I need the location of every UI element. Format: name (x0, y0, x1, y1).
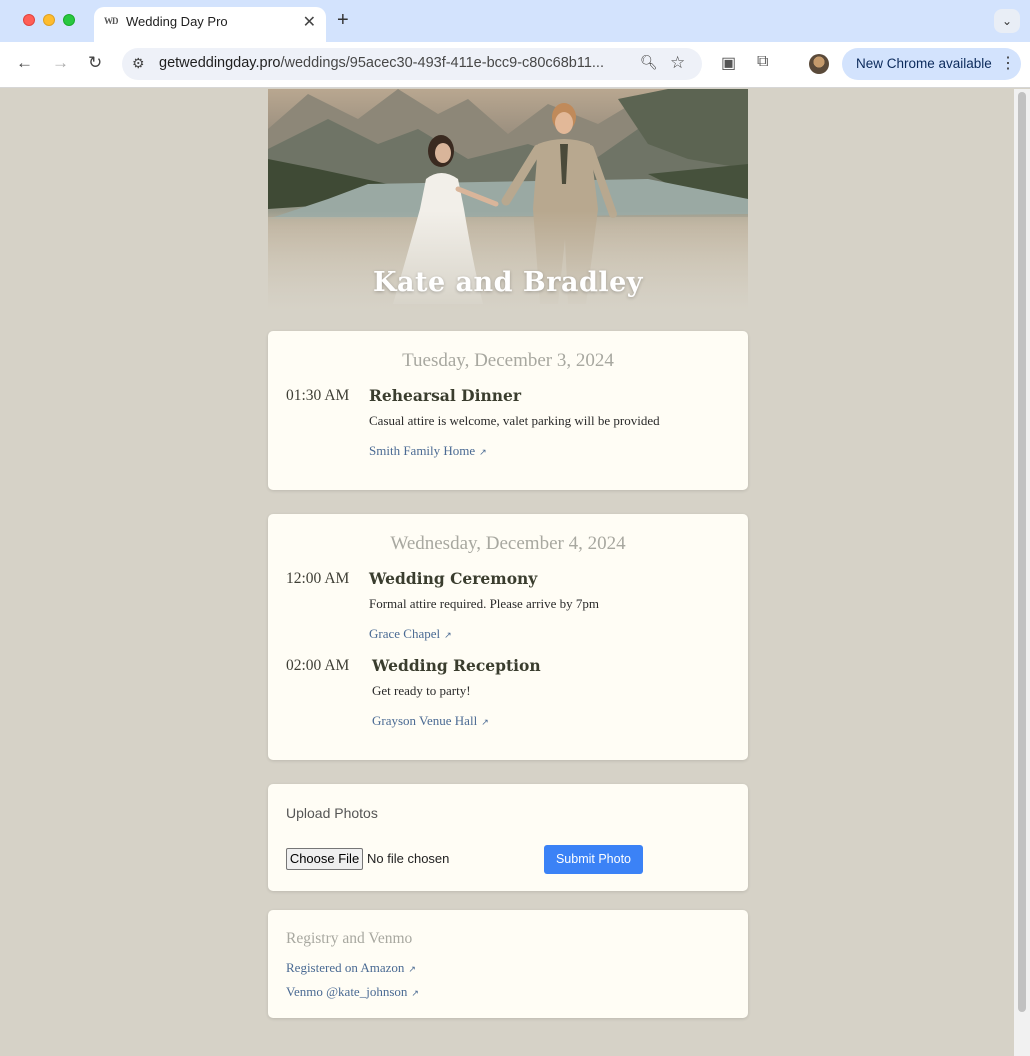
close-window-button[interactable] (23, 14, 35, 26)
forward-icon[interactable]: → (52, 53, 69, 73)
day-card: Tuesday, December 3, 2024 01:30 AM Rehea… (268, 331, 748, 490)
event-name: Wedding Ceremony (369, 569, 538, 588)
day-date: Wednesday, December 4, 2024 (390, 533, 626, 554)
choose-file-button[interactable]: Choose File (286, 848, 363, 870)
day-date: Tuesday, December 3, 2024 (402, 350, 614, 371)
external-link-icon: ↗ (411, 988, 419, 998)
external-link-icon: ↗ (408, 964, 416, 974)
tab-close-icon[interactable]: ✕ (303, 12, 316, 32)
amazon-registry-link[interactable]: Registered on Amazon ↗ (286, 960, 416, 976)
link-label: Registered on Amazon (286, 960, 405, 975)
location-label: Grace Chapel (369, 626, 441, 641)
location-label: Grayson Venue Hall (372, 713, 478, 728)
event-location-link[interactable]: Grace Chapel ↗ (369, 626, 452, 642)
bookmark-star-icon[interactable]: ☆ (670, 53, 685, 73)
extension-icon[interactable]: ▣ (721, 53, 736, 73)
hero-banner: Kate and Bradley (268, 89, 748, 311)
event-description: Get ready to party! (372, 683, 471, 698)
registry-title: Registry and Venmo (286, 930, 413, 947)
url-text[interactable]: getweddingday.pro/weddings/95acec30-493f… (159, 55, 634, 71)
event-name: Rehearsal Dinner (369, 386, 522, 405)
external-link-icon: ↗ (444, 630, 452, 640)
url-host: getweddingday.pro (159, 55, 281, 71)
event-time: 02:00 AM (286, 657, 350, 674)
more-menu-icon[interactable]: ⋮ (1000, 53, 1016, 73)
external-link-icon: ↗ (481, 717, 489, 727)
profile-avatar[interactable] (809, 54, 829, 74)
file-status: No file chosen (367, 851, 450, 866)
event-name: Wedding Reception (372, 656, 541, 675)
couple-names: Kate and Bradley (373, 267, 643, 298)
chrome-update-button[interactable]: New Chrome available ⋮ (842, 48, 1021, 80)
event-description: Casual attire is welcome, valet parking … (369, 413, 660, 428)
zoom-icon[interactable]: 🔍︎ (640, 54, 658, 71)
site-info-icon[interactable]: ⚙ (132, 55, 145, 72)
event-location-link[interactable]: Grayson Venue Hall ↗ (372, 713, 489, 729)
url-path: /weddings/95acec30-493f-411e-bcc9-c80c68… (280, 55, 604, 71)
page-scrollbar[interactable] (1014, 89, 1030, 1056)
tab-title: Wedding Day Pro (126, 14, 228, 29)
update-label: New Chrome available (856, 56, 992, 71)
event-time: 01:30 AM (286, 387, 350, 404)
browser-tab[interactable]: WD Wedding Day Pro ✕ (94, 7, 326, 42)
event-time: 12:00 AM (286, 570, 350, 587)
submit-photo-button[interactable]: Submit Photo (544, 845, 643, 874)
page-content: Kate and Bradley Tuesday, December 3, 20… (0, 89, 1014, 1056)
registry-card: Registry and Venmo Registered on Amazon ↗… (268, 910, 748, 1018)
browser-chrome: WD Wedding Day Pro ✕ + ⌄ ← → ↻ ⚙ getwedd… (0, 0, 1030, 88)
external-link-icon: ↗ (479, 447, 487, 457)
back-icon[interactable]: ← (16, 53, 33, 73)
day-card: Wednesday, December 4, 2024 12:00 AM Wed… (268, 514, 748, 760)
minimize-window-button[interactable] (43, 14, 55, 26)
location-label: Smith Family Home (369, 443, 476, 458)
event-description: Formal attire required. Please arrive by… (369, 596, 599, 611)
upload-title: Upload Photos (286, 805, 378, 821)
tab-search-icon[interactable]: ⌄ (994, 9, 1020, 33)
reload-icon[interactable]: ↻ (88, 53, 102, 73)
new-tab-icon[interactable]: + (337, 9, 349, 32)
link-label: Venmo @kate_johnson (286, 984, 408, 999)
event-location-link[interactable]: Smith Family Home ↗ (369, 443, 487, 459)
tab-strip: WD Wedding Day Pro ✕ + ⌄ (0, 0, 1030, 42)
venmo-link[interactable]: Venmo @kate_johnson ↗ (286, 984, 419, 1000)
upload-card: Upload Photos Choose File No file chosen… (268, 784, 748, 891)
maximize-window-button[interactable] (63, 14, 75, 26)
favicon-icon: WD (104, 16, 118, 26)
scrollbar-thumb[interactable] (1018, 92, 1026, 1012)
address-bar[interactable]: ⚙ getweddingday.pro/weddings/95acec30-49… (122, 48, 702, 80)
extensions-puzzle-icon[interactable]: ⧉ (757, 53, 768, 71)
